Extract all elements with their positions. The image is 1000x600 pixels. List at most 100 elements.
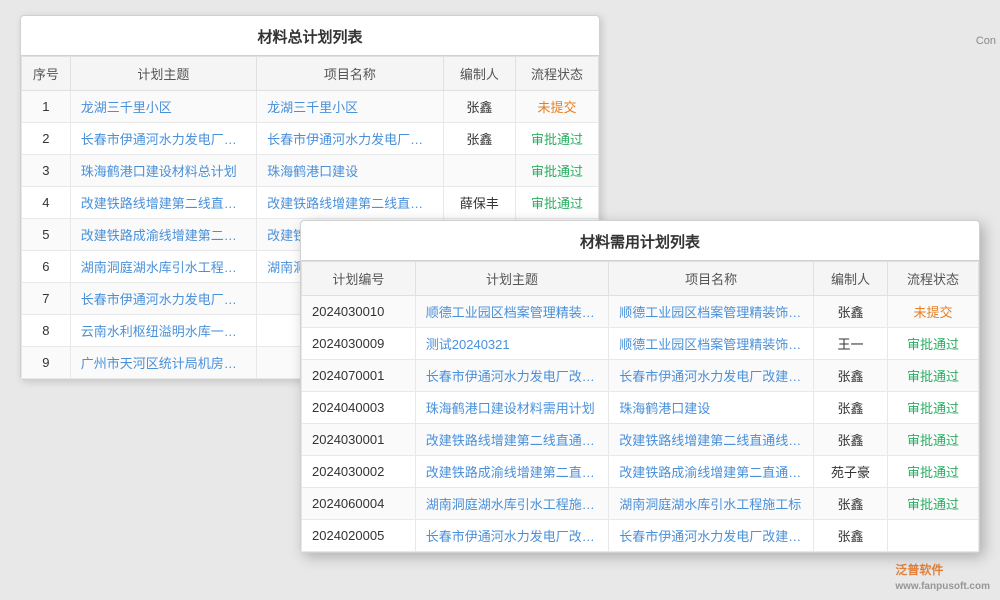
col-header-theme: 计划主题: [70, 57, 256, 91]
cell-editor: 张鑫: [814, 424, 888, 456]
cell-status: 未提交: [887, 296, 978, 328]
cell-project[interactable]: 长春市伊通河水力发电厂改建工程: [609, 360, 814, 392]
need-plan-title: 材料需用计划列表: [301, 221, 979, 261]
cell-status: 审批通过: [887, 424, 978, 456]
cell-seq: 5: [22, 219, 71, 251]
cell-seq: 9: [22, 347, 71, 379]
cell-seq: 6: [22, 251, 71, 283]
cell-status: 审批通过: [887, 360, 978, 392]
cell-editor: 苑子豪: [814, 456, 888, 488]
cell-project[interactable]: 顺德工业园区档案管理精装饰工程（...: [609, 296, 814, 328]
cell-project[interactable]: 改建铁路线增建第二线直通线（成都...: [609, 424, 814, 456]
cell-theme[interactable]: 珠海鹤港口建设材料需用计划: [415, 392, 608, 424]
col-header-editor: 编制人: [443, 57, 516, 91]
cell-theme[interactable]: 顺德工业园区档案管理精装饰工程（...: [415, 296, 608, 328]
table-row[interactable]: 2024030010 顺德工业园区档案管理精装饰工程（... 顺德工业园区档案管…: [302, 296, 979, 328]
col-header-theme: 计划主题: [415, 262, 608, 296]
cell-editor: 张鑫: [814, 392, 888, 424]
watermark-url: www.fanpusoft.com: [895, 581, 990, 592]
corner-label: Con: [976, 35, 996, 47]
cell-status: 审批通过: [887, 328, 978, 360]
cell-theme[interactable]: 云南水利枢纽溢明水库一期工程施工标材料...: [70, 315, 256, 347]
cell-theme[interactable]: 改建铁路线增建第二线直通线（成都...: [415, 424, 608, 456]
watermark-brand: 泛普软件: [895, 563, 943, 577]
cell-project[interactable]: 珠海鹤港口建设: [609, 392, 814, 424]
col-header-status: 流程状态: [516, 57, 599, 91]
col-header-code: 计划编号: [302, 262, 416, 296]
cell-editor: 王一: [814, 328, 888, 360]
cell-seq: 4: [22, 187, 71, 219]
cell-project[interactable]: 龙湖三千里小区: [257, 91, 443, 123]
total-plan-title: 材料总计划列表: [21, 16, 599, 56]
need-plan-table: 计划编号 计划主题 项目名称 编制人 流程状态 2024030010 顺德工业园…: [301, 261, 979, 552]
col-header-status: 流程状态: [887, 262, 978, 296]
table-row[interactable]: 2024040003 珠海鹤港口建设材料需用计划 珠海鹤港口建设 张鑫 审批通过: [302, 392, 979, 424]
cell-seq: 7: [22, 283, 71, 315]
cell-editor: 张鑫: [443, 123, 516, 155]
cell-status: 审批通过: [887, 456, 978, 488]
cell-theme[interactable]: 改建铁路线增建第二线直通线（成都-西安）...: [70, 187, 256, 219]
cell-theme[interactable]: 珠海鹤港口建设材料总计划: [70, 155, 256, 187]
table-row[interactable]: 4 改建铁路线增建第二线直通线（成都-西安）... 改建铁路线增建第二线直通线（…: [22, 187, 599, 219]
cell-status: 审批通过: [516, 155, 599, 187]
cell-seq: 3: [22, 155, 71, 187]
cell-status: 审批通过: [887, 392, 978, 424]
col-header-project: 项目名称: [257, 57, 443, 91]
cell-code: 2024030001: [302, 424, 416, 456]
table-row[interactable]: 2024030002 改建铁路成渝线增建第二直通线（成... 改建铁路成渝线增建…: [302, 456, 979, 488]
cell-editor: 张鑫: [443, 91, 516, 123]
watermark: 泛普软件 www.fanpusoft.com: [895, 561, 990, 592]
cell-editor: 张鑫: [814, 360, 888, 392]
cell-code: 2024040003: [302, 392, 416, 424]
cell-status: 审批通过: [887, 488, 978, 520]
cell-status: 审批通过: [516, 187, 599, 219]
cell-theme[interactable]: 长春市伊通河水力发电厂改建工程合同材料...: [70, 123, 256, 155]
cell-status: 未提交: [516, 91, 599, 123]
cell-theme[interactable]: 龙湖三千里小区: [70, 91, 256, 123]
table-row[interactable]: 3 珠海鹤港口建设材料总计划 珠海鹤港口建设 审批通过: [22, 155, 599, 187]
col-header-project: 项目名称: [609, 262, 814, 296]
cell-theme[interactable]: 长春市伊通河水力发电厂改建工程材料总计划: [70, 283, 256, 315]
cell-seq: 2: [22, 123, 71, 155]
cell-code: 2024020005: [302, 520, 416, 552]
cell-seq: 1: [22, 91, 71, 123]
col-header-editor: 编制人: [814, 262, 888, 296]
cell-editor: [443, 155, 516, 187]
cell-status: [887, 520, 978, 552]
cell-project[interactable]: 改建铁路成渝线增建第二直通线（成...: [609, 456, 814, 488]
cell-theme[interactable]: 长春市伊通河水力发电厂改建工程材...: [415, 520, 608, 552]
total-plan-header: 序号 计划主题 项目名称 编制人 流程状态: [22, 57, 599, 91]
cell-theme[interactable]: 长春市伊通河水力发电厂改建工程合...: [415, 360, 608, 392]
cell-theme[interactable]: 广州市天河区统计局机房改造项目材料总计划: [70, 347, 256, 379]
cell-theme[interactable]: 湖南洞庭湖水库引水工程施工标材...: [415, 488, 608, 520]
cell-project[interactable]: 顺德工业园区档案管理精装饰工程（...: [609, 328, 814, 360]
cell-theme[interactable]: 湖南洞庭湖水库引水工程施工标材料总计划: [70, 251, 256, 283]
col-header-seq: 序号: [22, 57, 71, 91]
table-row[interactable]: 2024070001 长春市伊通河水力发电厂改建工程合... 长春市伊通河水力发…: [302, 360, 979, 392]
cell-theme[interactable]: 测试20240321: [415, 328, 608, 360]
cell-status: 审批通过: [516, 123, 599, 155]
cell-code: 2024030009: [302, 328, 416, 360]
table-row[interactable]: 1 龙湖三千里小区 龙湖三千里小区 张鑫 未提交: [22, 91, 599, 123]
table-row[interactable]: 2024030001 改建铁路线增建第二线直通线（成都... 改建铁路线增建第二…: [302, 424, 979, 456]
cell-editor: 张鑫: [814, 488, 888, 520]
table-row[interactable]: 2024060004 湖南洞庭湖水库引水工程施工标材... 湖南洞庭湖水库引水工…: [302, 488, 979, 520]
cell-editor: 薛保丰: [443, 187, 516, 219]
cell-project[interactable]: 湖南洞庭湖水库引水工程施工标: [609, 488, 814, 520]
cell-theme[interactable]: 改建铁路成渝线增建第二直通线（成渝枢纽...: [70, 219, 256, 251]
cell-seq: 8: [22, 315, 71, 347]
cell-project[interactable]: 长春市伊通河水力发电厂改建工程: [257, 123, 443, 155]
cell-project[interactable]: 改建铁路线增建第二线直通线（...: [257, 187, 443, 219]
cell-project[interactable]: 珠海鹤港口建设: [257, 155, 443, 187]
cell-project[interactable]: 长春市伊通河水力发电厂改建工程: [609, 520, 814, 552]
table-row[interactable]: 2024020005 长春市伊通河水力发电厂改建工程材... 长春市伊通河水力发…: [302, 520, 979, 552]
cell-code: 2024030002: [302, 456, 416, 488]
cell-theme[interactable]: 改建铁路成渝线增建第二直通线（成...: [415, 456, 608, 488]
table-row[interactable]: 2 长春市伊通河水力发电厂改建工程合同材料... 长春市伊通河水力发电厂改建工程…: [22, 123, 599, 155]
cell-editor: 张鑫: [814, 520, 888, 552]
need-plan-header: 计划编号 计划主题 项目名称 编制人 流程状态: [302, 262, 979, 296]
cell-code: 2024030010: [302, 296, 416, 328]
table-row[interactable]: 2024030009 测试20240321 顺德工业园区档案管理精装饰工程（..…: [302, 328, 979, 360]
cell-editor: 张鑫: [814, 296, 888, 328]
need-plan-panel: 材料需用计划列表 计划编号 计划主题 项目名称 编制人 流程状态 2024030…: [300, 220, 980, 553]
